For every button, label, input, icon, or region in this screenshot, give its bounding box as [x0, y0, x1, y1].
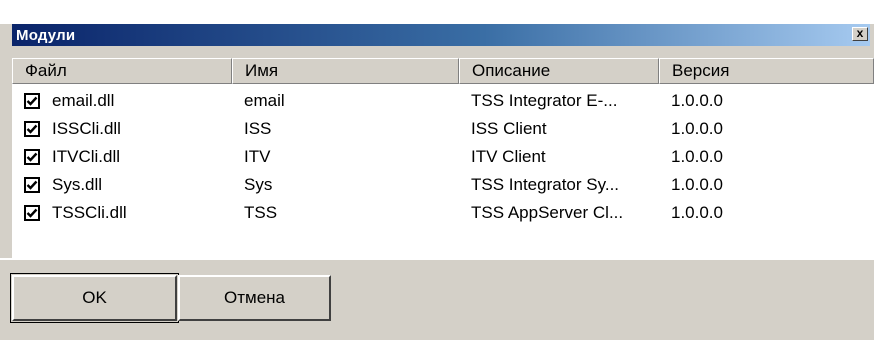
file-name: Sys.dll	[52, 175, 103, 194]
file-name: TSSCli.dll	[52, 203, 127, 222]
list-header: Файл Имя Описание Версия	[12, 58, 874, 84]
list-item[interactable]: TSSCli.dll TSS TSS AppServer Cl... 1.0.0…	[12, 199, 874, 227]
cancel-button[interactable]: Отмена	[178, 275, 331, 321]
module-name: Sys	[244, 175, 273, 194]
file-name: ISSCli.dll	[52, 119, 121, 138]
module-name: TSS	[244, 203, 278, 222]
file-name: email.dll	[52, 91, 115, 110]
divider	[0, 258, 874, 260]
module-description: TSS Integrator E-...	[471, 91, 618, 110]
module-checkbox[interactable]	[24, 205, 40, 221]
module-name: ISS	[244, 119, 272, 138]
list-item[interactable]: ISSCli.dll ISS ISS Client 1.0.0.0	[12, 115, 874, 143]
list-item[interactable]: ITVCli.dll ITV ITV Client 1.0.0.0	[12, 143, 874, 171]
checkmark-icon	[26, 124, 38, 134]
checkmark-icon	[26, 208, 38, 218]
list-item[interactable]: email.dll email TSS Integrator E-... 1.0…	[12, 87, 874, 115]
checkmark-icon	[26, 96, 38, 106]
module-checkbox[interactable]	[24, 93, 40, 109]
column-header-file[interactable]: Файл	[12, 58, 232, 84]
file-cell: ITVCli.dll	[12, 143, 232, 171]
file-cell: Sys.dll	[12, 171, 232, 199]
checkmark-icon	[26, 180, 38, 190]
module-description: ISS Client	[471, 119, 547, 138]
file-cell: ISSCli.dll	[12, 115, 232, 143]
file-cell: email.dll	[12, 87, 232, 115]
file-name: ITVCli.dll	[52, 147, 121, 166]
column-header-description[interactable]: Описание	[459, 58, 659, 84]
module-checkbox[interactable]	[24, 121, 40, 137]
module-name: ITV	[244, 147, 271, 166]
checkmark-icon	[26, 152, 38, 162]
window-top-frame	[0, 0, 874, 24]
close-icon: x	[856, 26, 864, 40]
module-name: email	[244, 91, 285, 110]
ok-button[interactable]: OK	[12, 275, 177, 321]
close-button[interactable]: x	[852, 27, 868, 41]
module-description: TSS AppServer Cl...	[471, 203, 624, 222]
modules-dialog: Модули x Файл Имя Описание Версия email.…	[0, 0, 874, 340]
modules-list[interactable]: Файл Имя Описание Версия email.dll email…	[12, 58, 874, 258]
module-version: 1.0.0.0	[671, 203, 723, 222]
module-checkbox[interactable]	[24, 149, 40, 165]
file-cell: TSSCli.dll	[12, 199, 232, 227]
column-header-version[interactable]: Версия	[659, 58, 874, 84]
module-version: 1.0.0.0	[671, 91, 723, 110]
module-version: 1.0.0.0	[671, 175, 723, 194]
module-checkbox[interactable]	[24, 177, 40, 193]
title-bar[interactable]: Модули x	[12, 24, 870, 46]
window-title: Модули	[16, 26, 76, 44]
module-version: 1.0.0.0	[671, 147, 723, 166]
module-description: ITV Client	[471, 147, 546, 166]
module-description: TSS Integrator Sy...	[471, 175, 620, 194]
module-version: 1.0.0.0	[671, 119, 723, 138]
column-header-name[interactable]: Имя	[232, 58, 459, 84]
list-item[interactable]: Sys.dll Sys TSS Integrator Sy... 1.0.0.0	[12, 171, 874, 199]
